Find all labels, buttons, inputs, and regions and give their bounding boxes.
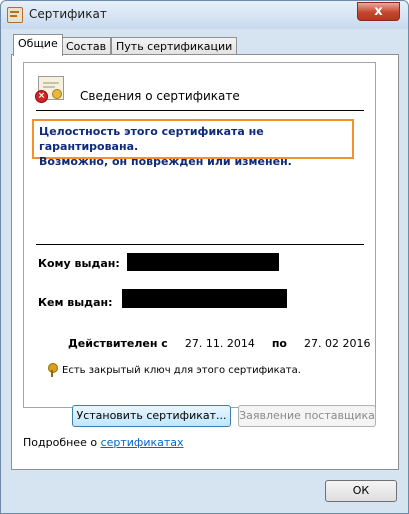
close-button[interactable]: x xyxy=(357,2,400,21)
certificate-error-icon: × xyxy=(35,76,64,103)
title-bar: Сертификат x xyxy=(1,1,408,29)
divider xyxy=(36,110,364,111)
certificate-dialog: Сертификат x Общие Состав Путь сертифика… xyxy=(0,0,409,514)
issued-to-redacted xyxy=(127,253,279,271)
warning-line-1: Целостность этого сертификата не гаранти… xyxy=(39,125,264,153)
warning-line-2: Возможно, он поврежден или изменен. xyxy=(39,155,292,168)
install-certificate-button[interactable]: Установить сертификат... xyxy=(72,405,231,427)
valid-to-date: 27. 02 2016 xyxy=(304,337,371,350)
window-title: Сертификат xyxy=(29,7,107,21)
certificate-app-icon xyxy=(7,7,23,23)
tab-general[interactable]: Общие xyxy=(13,34,63,56)
issued-by-redacted xyxy=(122,289,287,308)
issuer-statement-button[interactable]: Заявление поставщика xyxy=(238,405,376,427)
certificates-link[interactable]: сертификатах xyxy=(101,436,184,449)
seal-icon xyxy=(52,89,62,99)
issued-by-label: Кем выдан: xyxy=(38,296,113,309)
valid-to-label: по xyxy=(271,337,287,350)
private-key-note: Есть закрытый ключ для этого сертификата… xyxy=(62,365,301,376)
more-info-prefix: Подробнее о xyxy=(23,436,101,449)
more-info: Подробнее о сертификатах xyxy=(23,436,184,449)
tab-certification-path[interactable]: Путь сертификации xyxy=(111,37,238,55)
validity-period: Действителен с 27. 11. 2014 по 27. 02 20… xyxy=(68,337,370,350)
valid-from-date: 27. 11. 2014 xyxy=(184,337,255,350)
integrity-warning: Целостность этого сертификата не гаранти… xyxy=(32,119,354,168)
divider xyxy=(36,244,364,245)
private-key-row: Есть закрытый ключ для этого сертификата… xyxy=(48,363,301,377)
error-icon: × xyxy=(35,90,48,103)
issued-to-label: Кому выдан: xyxy=(38,257,120,270)
tab-details[interactable]: Состав xyxy=(61,37,112,55)
ok-button[interactable]: ОК xyxy=(325,480,397,502)
key-icon xyxy=(48,363,58,377)
valid-from-label: Действителен с xyxy=(68,337,168,350)
certificate-info-box: × Сведения о сертификате Целостность это… xyxy=(23,62,376,408)
info-heading: Сведения о сертификате xyxy=(80,89,240,103)
